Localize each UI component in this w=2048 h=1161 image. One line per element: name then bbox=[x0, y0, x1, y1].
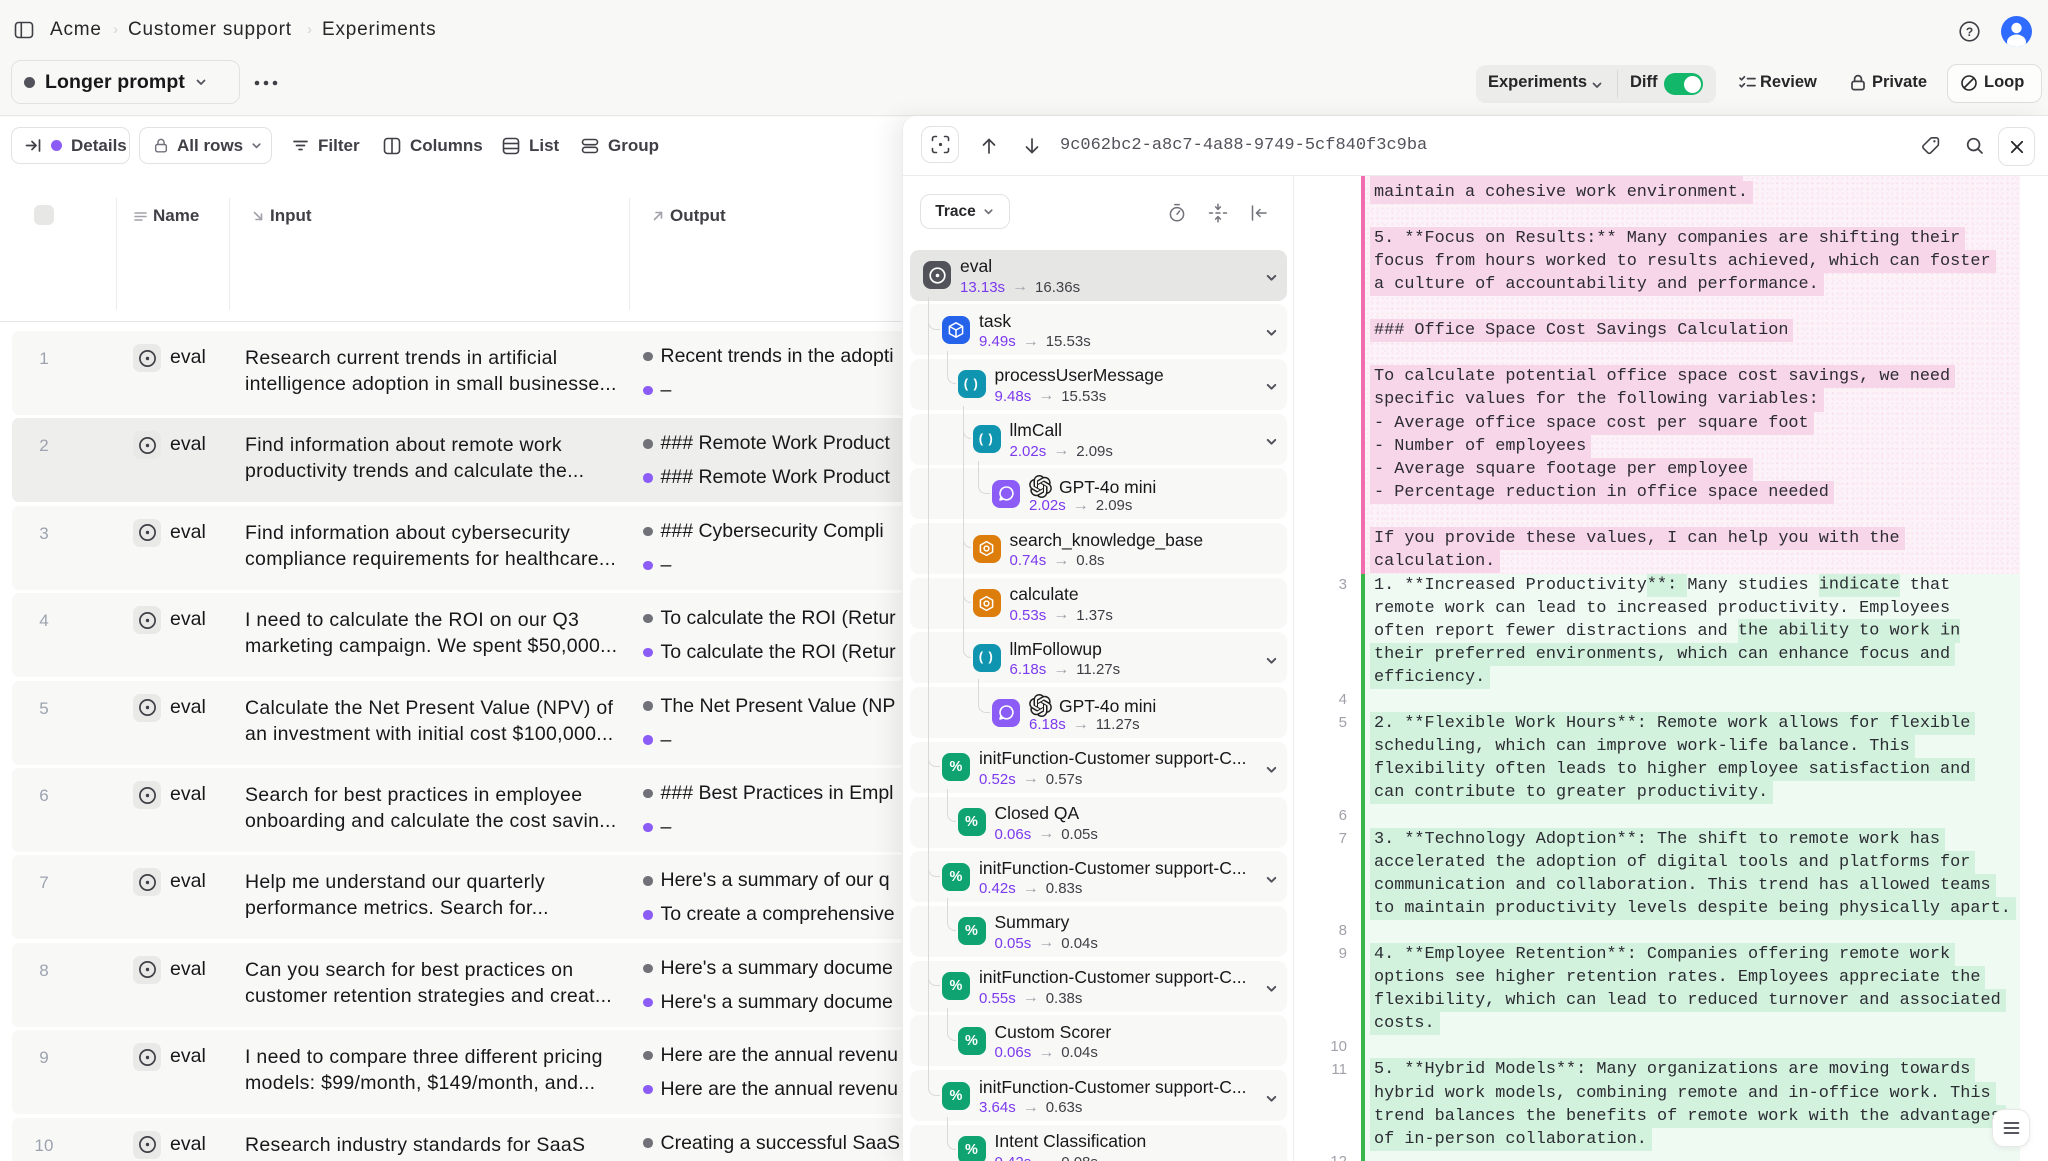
svg-text:?: ? bbox=[1966, 25, 1973, 39]
